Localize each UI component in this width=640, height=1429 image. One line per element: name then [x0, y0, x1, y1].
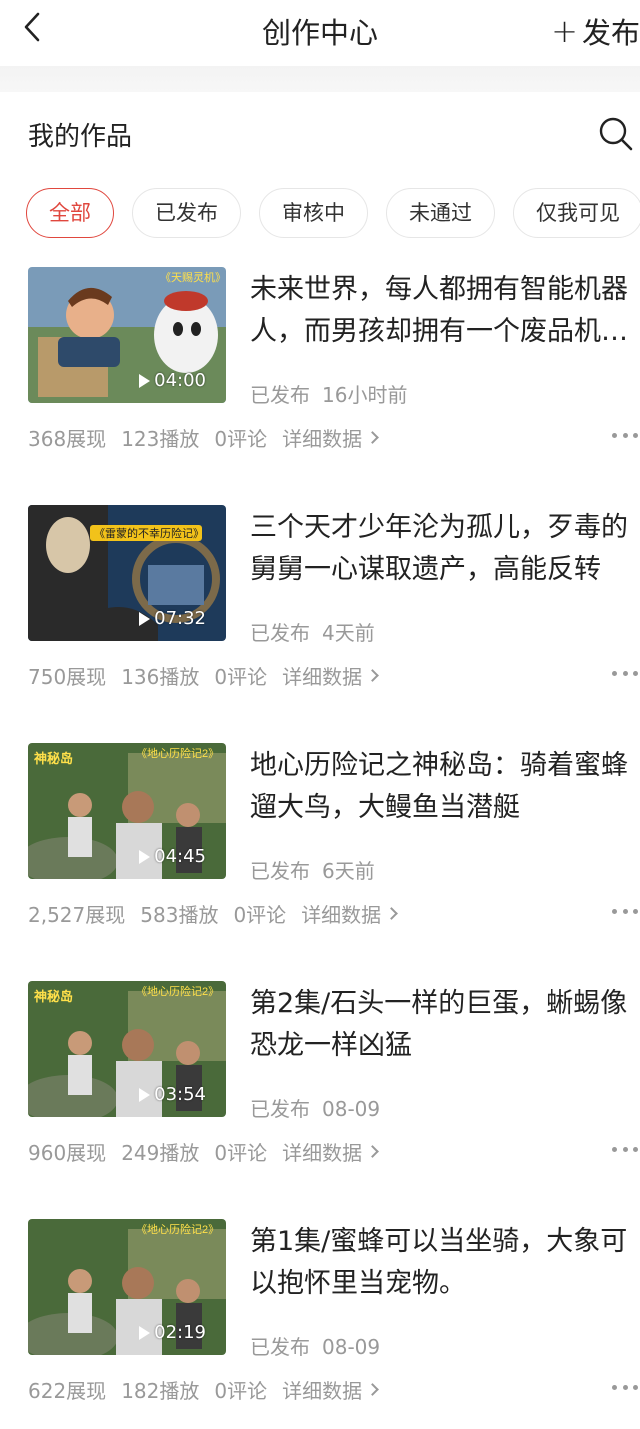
more-options-button[interactable] [612, 909, 638, 917]
comments: 0评论 [233, 903, 287, 927]
filter-published[interactable]: 已发布 [132, 188, 241, 238]
svg-text:神秘岛: 神秘岛 [34, 751, 73, 766]
video-thumbnail[interactable]: 神秘岛 《地心历险记2》 03:54 [28, 981, 226, 1117]
filter-reviewing[interactable]: 审核中 [259, 188, 368, 238]
thumbnail-caption: 《雷蒙的不幸历险记》 [94, 526, 204, 540]
play-icon [139, 1325, 151, 1340]
video-meta: 已发布 08-09 [250, 1331, 380, 1360]
video-meta: 已发布 4天前 [250, 617, 375, 646]
thumbnail-caption: 《地心历险记2》 [136, 984, 219, 998]
detail-data-link[interactable]: 详细数据 [301, 899, 399, 928]
publish-time: 16小时前 [322, 383, 408, 407]
play-icon [139, 1087, 151, 1102]
play-icon [139, 373, 151, 388]
header-divider [0, 66, 640, 92]
comments: 0评论 [214, 1141, 268, 1165]
more-options-button[interactable] [612, 433, 638, 441]
more-options-button[interactable] [612, 1385, 638, 1393]
video-title[interactable]: 地心历险记之神秘岛：骑着蜜蜂遛大鸟，大鳗鱼当潜艇 [250, 745, 634, 829]
thumbnail-caption: 《地心历险记2》 [136, 1222, 219, 1236]
play-icon [139, 849, 151, 864]
plays: 249播放 [121, 1141, 200, 1165]
video-duration: 07:32 [139, 608, 206, 629]
comments: 0评论 [214, 427, 268, 451]
list-item[interactable]: 《雷蒙的不幸历险记》 07:32 三个天才少年沦为孤儿，歹毒的舅舅一心谋取遗产，… [0, 505, 640, 715]
video-title[interactable]: 第1集/蜜蜂可以当坐骑，大象可以抱怀里当宠物。 [250, 1221, 634, 1305]
plus-icon: + [551, 12, 578, 50]
thumbnail-caption: 《地心历险记2》 [136, 746, 219, 760]
video-title[interactable]: 未来世界，每人都拥有智能机器人，而男孩却拥有一个废品机器人 [250, 269, 634, 353]
list-item[interactable]: 《天赐灵机》 04:00 未来世界，每人都拥有智能机器人，而男孩却拥有一个废品机… [0, 267, 640, 477]
plays: 123播放 [121, 427, 200, 451]
video-stats: 368展现 123播放 0评论 详细数据 [28, 423, 379, 452]
video-thumbnail[interactable]: 《地心历险记2》 02:19 [28, 1219, 226, 1355]
video-title[interactable]: 第2集/石头一样的巨蛋，蜥蜴像恐龙一样凶猛 [250, 983, 634, 1067]
video-stats: 750展现 136播放 0评论 详细数据 [28, 661, 379, 690]
list-item[interactable]: 神秘岛 《地心历险记2》 03:54 第2集/石头一样的巨蛋，蜥蜴像恐龙一样凶猛… [0, 981, 640, 1191]
page-title: 创作中心 [261, 16, 378, 50]
video-stats: 960展现 249播放 0评论 详细数据 [28, 1137, 379, 1166]
publish-time: 6天前 [322, 859, 375, 883]
filter-private[interactable]: 仅我可见 [513, 188, 640, 238]
detail-data-link[interactable]: 详细数据 [282, 1137, 379, 1166]
detail-data-link[interactable]: 详细数据 [282, 423, 379, 452]
status-label: 已发布 [250, 621, 310, 645]
video-thumbnail[interactable]: 《天赐灵机》 04:00 [28, 267, 226, 403]
publish-button[interactable]: + 发布 [551, 10, 640, 52]
video-meta: 已发布 16小时前 [250, 379, 407, 408]
more-options-button[interactable] [612, 1147, 638, 1155]
status-label: 已发布 [250, 859, 310, 883]
status-label: 已发布 [250, 383, 310, 407]
publish-time: 4天前 [322, 621, 375, 645]
play-icon [139, 611, 151, 626]
publish-time: 08-09 [322, 1097, 381, 1121]
detail-data-link[interactable]: 详细数据 [282, 661, 379, 690]
top-bar: 创作中心 + 发布 [0, 0, 640, 66]
search-icon [599, 117, 633, 151]
list-item[interactable]: 《地心历险记2》 02:19 第1集/蜜蜂可以当坐骑，大象可以抱怀里当宠物。 已… [0, 1219, 640, 1429]
more-options-button[interactable] [612, 671, 638, 679]
video-duration: 03:54 [139, 1084, 206, 1105]
filter-rejected[interactable]: 未通过 [386, 188, 495, 238]
svg-text:神秘岛: 神秘岛 [34, 989, 73, 1004]
plays: 136播放 [121, 665, 200, 689]
chevron-right-icon [366, 431, 379, 444]
list-item[interactable]: 神秘岛 《地心历险记2》 04:45 地心历险记之神秘岛：骑着蜜蜂遛大鸟，大鳗鱼… [0, 743, 640, 953]
video-duration: 04:45 [139, 846, 206, 867]
video-meta: 已发布 08-09 [250, 1093, 380, 1122]
search-button[interactable] [598, 116, 634, 152]
video-title[interactable]: 三个天才少年沦为孤儿，歹毒的舅舅一心谋取遗产，高能反转 [250, 507, 634, 591]
impressions: 2,527展现 [28, 903, 126, 927]
publish-time: 08-09 [322, 1335, 381, 1359]
video-thumbnail[interactable]: 《雷蒙的不幸历险记》 07:32 [28, 505, 226, 641]
plays: 583播放 [140, 903, 219, 927]
section-title: 我的作品 [28, 122, 133, 152]
impressions: 960展现 [28, 1141, 107, 1165]
comments: 0评论 [214, 665, 268, 689]
status-label: 已发布 [250, 1097, 310, 1121]
impressions: 750展现 [28, 665, 107, 689]
filter-tabs: 全部 已发布 审核中 未通过 仅我可见 [26, 188, 640, 240]
chevron-right-icon [366, 669, 379, 682]
video-stats: 2,527展现 583播放 0评论 详细数据 [28, 899, 399, 928]
video-meta: 已发布 6天前 [250, 855, 375, 884]
video-duration: 04:00 [139, 370, 206, 391]
video-duration: 02:19 [139, 1322, 206, 1343]
thumbnail-caption: 《天赐灵机》 [160, 270, 226, 284]
filter-all[interactable]: 全部 [26, 188, 114, 238]
status-label: 已发布 [250, 1335, 310, 1359]
publish-label: 发布 [581, 16, 640, 50]
chevron-right-icon [366, 1145, 379, 1158]
video-thumbnail[interactable]: 神秘岛 《地心历险记2》 04:45 [28, 743, 226, 879]
chevron-right-icon [385, 907, 399, 920]
impressions: 368展现 [28, 427, 107, 451]
